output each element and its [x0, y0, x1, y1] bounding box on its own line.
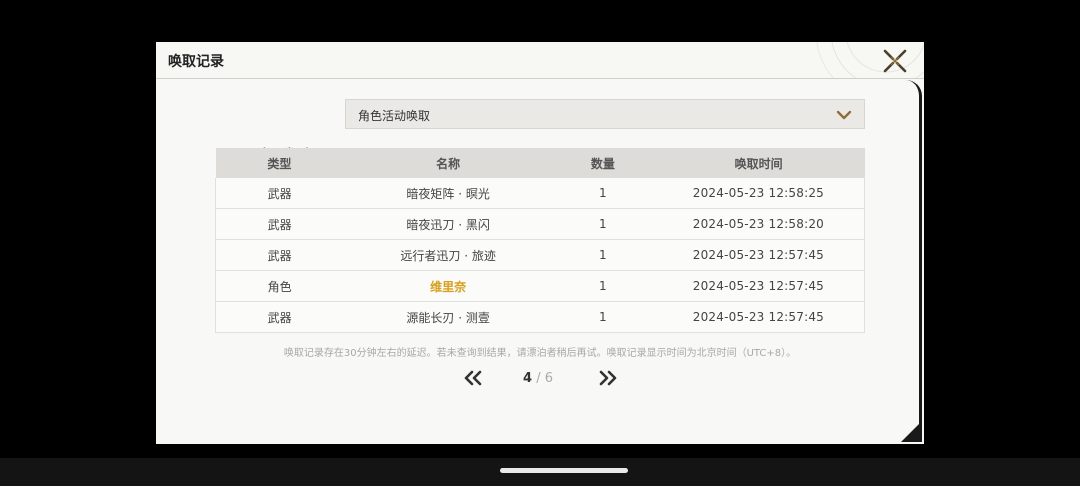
- cell-name: 远行者迅刀 · 旅迹: [343, 239, 553, 271]
- cell-time: 2024-05-23 12:57:45: [652, 270, 865, 302]
- page-separator: /: [536, 371, 541, 386]
- table-row: 武器 暗夜矩阵 · 暝光 1 2024-05-23 12:58:25: [215, 178, 865, 209]
- cell-type: 武器: [215, 301, 344, 333]
- cell-name: 暗夜迅刀 · 黑闪: [343, 208, 553, 240]
- cell-quantity: 1: [552, 239, 653, 271]
- gacha-type-dropdown[interactable]: 角色活动唤取: [345, 99, 865, 129]
- gacha-records-table: 类型 名称 数量 唤取时间 武器 暗夜矩阵 · 暝光 1 2024-05-23 …: [215, 148, 865, 333]
- next-page-icon[interactable]: [597, 369, 619, 387]
- table-row: 角色 维里奈 1 2024-05-23 12:57:45: [215, 270, 865, 302]
- cell-time: 2024-05-23 12:58:25: [652, 178, 865, 209]
- previous-page-icon[interactable]: [462, 369, 484, 387]
- cell-time: 2024-05-23 12:58:20: [652, 208, 865, 240]
- cell-quantity: 1: [552, 301, 653, 333]
- cell-name: 暗夜矩阵 · 暝光: [343, 178, 553, 209]
- table-row: 武器 源能长刃 · 测壹 1 2024-05-23 12:57:45: [215, 301, 865, 333]
- dialog-title: 唤取记录: [168, 54, 224, 70]
- corner-decoration: [901, 424, 919, 442]
- column-header-quantity: 数量: [552, 148, 653, 178]
- cell-time: 2024-05-23 12:57:45: [652, 239, 865, 271]
- chevron-down-icon: [836, 110, 852, 120]
- cell-quantity: 1: [552, 270, 653, 302]
- current-page: 4: [523, 371, 533, 386]
- cell-quantity: 1: [552, 208, 653, 240]
- cell-type: 武器: [215, 178, 344, 209]
- table-row: 武器 暗夜迅刀 · 黑闪 1 2024-05-23 12:58:20: [215, 208, 865, 240]
- home-indicator[interactable]: [500, 468, 628, 473]
- column-header-time: 唤取时间: [652, 148, 865, 178]
- column-header-name: 名称: [343, 148, 553, 178]
- cell-name-highlighted: 维里奈: [343, 270, 553, 302]
- cell-quantity: 1: [552, 178, 653, 209]
- cell-name: 源能长刃 · 测壹: [343, 301, 553, 333]
- cell-type: 角色: [215, 270, 344, 302]
- table-header-row: 类型 名称 数量 唤取时间: [215, 148, 865, 178]
- column-header-type: 类型: [215, 148, 344, 178]
- delay-notice: 唤取记录存在30分钟左右的延迟。若未查询到结果，请漂泊者稍后再试。唤取记录显示时…: [283, 348, 797, 359]
- gacha-type-selected: 角色活动唤取: [358, 109, 431, 123]
- total-pages: 6: [544, 371, 553, 386]
- cell-type: 武器: [215, 239, 344, 271]
- cell-type: 武器: [215, 208, 344, 240]
- table-row: 武器 远行者迅刀 · 旅迹 1 2024-05-23 12:57:45: [215, 239, 865, 271]
- cell-time: 2024-05-23 12:57:45: [652, 301, 865, 333]
- dialog-header: 唤取记录: [156, 42, 924, 79]
- page-indicator: 4 / 6: [523, 371, 553, 386]
- close-x-icon[interactable]: [882, 48, 908, 74]
